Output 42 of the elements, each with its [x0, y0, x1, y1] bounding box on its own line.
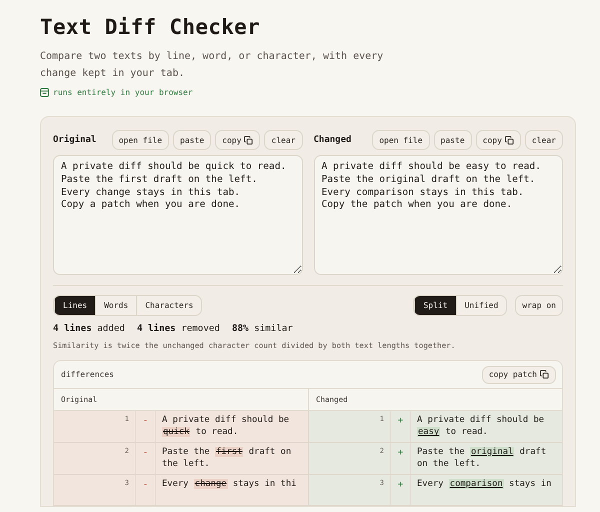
mode-tab[interactable]: Lines	[54, 296, 96, 315]
change-sign: -	[136, 442, 156, 474]
page-title: Text Diff Checker	[40, 14, 260, 41]
change-sign: +	[391, 474, 411, 505]
browser-window-icon	[40, 88, 49, 97]
diff-line-text: Paste the first draft on the left.	[161, 446, 292, 472]
action-button[interactable]: paste	[434, 130, 472, 150]
diff-stat: 4 lines added	[53, 323, 125, 334]
change-sign: +	[391, 442, 411, 474]
page-subtitle: Compare two texts by line, word, or character, with every change kept in your tab.	[40, 50, 384, 81]
copy-icon	[504, 136, 514, 144]
diff-line-text: A private diff should be easy to read.	[416, 414, 546, 440]
copy-icon	[244, 136, 254, 144]
action-button[interactable]: paste	[173, 130, 212, 150]
mode-tab[interactable]: Characters	[136, 296, 202, 315]
diff-stat: 88% similar	[232, 323, 293, 334]
action-button[interactable]: clear	[524, 130, 563, 150]
copy-icon	[540, 370, 549, 379]
local-processing-note: runs entirely in your browser	[53, 88, 193, 97]
diff-line-text: Every comparison stays in	[416, 478, 552, 491]
wrap-toggle-button[interactable]: wrap on	[515, 295, 563, 316]
action-button[interactable]: open file	[112, 130, 170, 150]
section-title: differences	[61, 370, 114, 379]
editor-label: Changed	[314, 135, 352, 145]
text-input[interactable]: A private diff should be easy to read. Paste the original draft on the left. Every comparison stays in this tab. Copy the patch when you are done.	[314, 155, 563, 275]
text-input[interactable]: A private diff should be quick to read. Paste the first draft on the left. Every change stays in this tab. Copy a patch when you are done.	[53, 155, 302, 275]
diff-stat: 4 lines removed	[136, 323, 220, 334]
mode-tab[interactable]: Words	[95, 296, 136, 315]
copy-button[interactable]: copy	[476, 130, 521, 150]
copy-patch-button[interactable]: copy patch	[482, 366, 556, 384]
view-tab[interactable]: Unified	[456, 296, 506, 315]
change-sign: +	[391, 411, 411, 442]
diff-line-text: Paste the original draft on the left.	[416, 446, 548, 472]
editor-label: Original	[53, 135, 98, 145]
diff-line-text: A private diff should be quick to read.	[161, 414, 290, 440]
diff-line-text: Every change stays in thi	[161, 478, 298, 491]
action-button[interactable]: clear	[264, 130, 302, 150]
change-sign: -	[136, 411, 156, 442]
change-sign: -	[136, 474, 156, 505]
view-tab[interactable]: Split	[414, 296, 456, 315]
action-button[interactable]: open file	[372, 130, 430, 150]
copy-button[interactable]: copy	[215, 130, 260, 150]
